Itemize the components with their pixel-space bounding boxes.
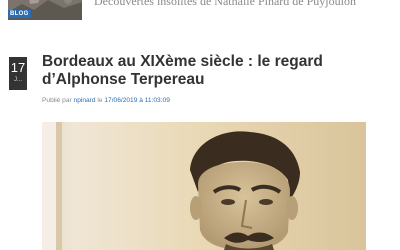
post-title[interactable]: Bordeaux au XIXème siècle : le regard d’…	[42, 53, 372, 89]
post-date-month: J...	[13, 77, 22, 83]
portrait-photo	[42, 122, 366, 250]
post-date-badge: 17 J...	[9, 57, 27, 90]
meta-prefix: Publié par	[42, 97, 72, 104]
post-datetime-link[interactable]: 17/06/2019 à 11:03:09	[104, 97, 170, 104]
site-header: BLOG Découvertes insolites de Nathalie P…	[0, 0, 400, 22]
post-date-day: 17	[10, 60, 26, 75]
meta-connector: le	[97, 97, 103, 104]
site-tagline: Découvertes insolites de Nathalie Pinard…	[94, 0, 356, 8]
category-badge[interactable]: BLOG	[8, 10, 31, 18]
featured-image[interactable]	[42, 122, 366, 250]
post-meta: Publié par npinard le 17/06/2019 à 11:03…	[42, 97, 170, 104]
author-link[interactable]: npinard	[74, 97, 96, 104]
